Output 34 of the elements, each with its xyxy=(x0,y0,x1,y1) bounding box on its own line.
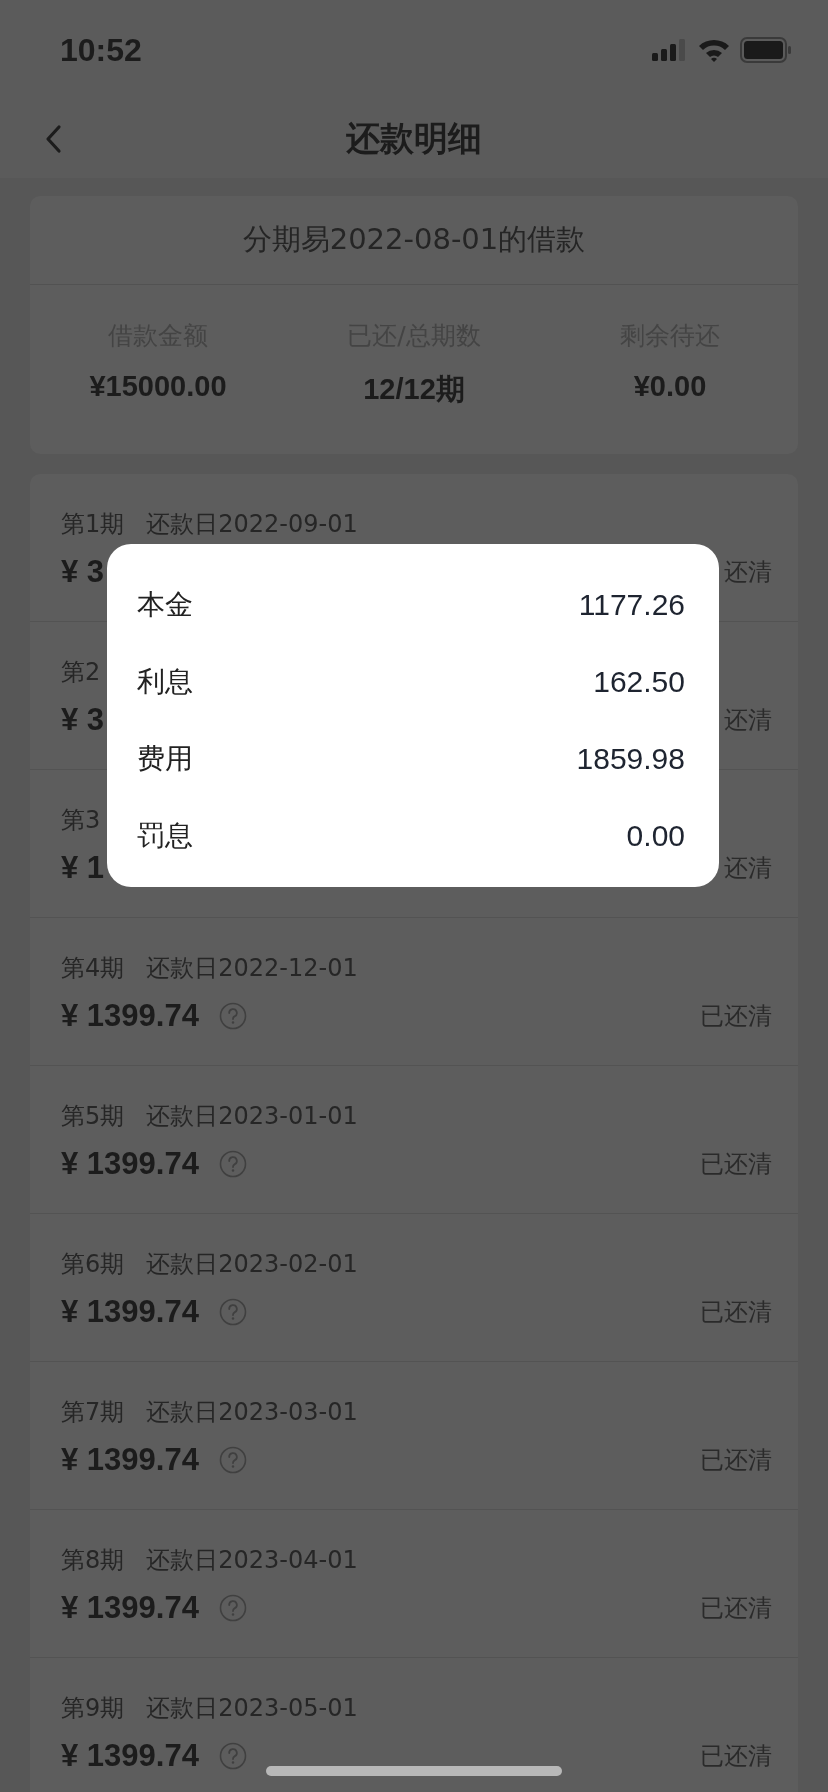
breakdown-label: 罚息 xyxy=(137,818,193,854)
installment-amount: ¥ 1399.74 xyxy=(61,1294,199,1330)
installment-amount: ¥ 1399.74 xyxy=(61,1738,199,1774)
stat-value: 12/12期 xyxy=(363,372,465,407)
page-title: 还款明细 xyxy=(346,117,482,160)
breakdown-label: 本金 xyxy=(137,587,193,623)
installment-amount: ¥ 1399.74 xyxy=(61,1146,199,1182)
battery-icon xyxy=(740,37,792,63)
help-icon[interactable] xyxy=(218,1002,247,1030)
help-icon[interactable] xyxy=(218,1594,247,1622)
help-icon[interactable] xyxy=(218,1298,247,1326)
installment-amount: ¥ 1399.74 xyxy=(61,998,199,1034)
installment-amount: ¥ 3 xyxy=(61,554,105,590)
loan-title: 分期易2022-08-01的借款 xyxy=(30,196,798,285)
help-icon[interactable] xyxy=(218,1446,247,1474)
breakdown-label: 费用 xyxy=(137,741,193,777)
period-label: 第2 xyxy=(61,657,101,688)
stat-value: ¥15000.00 xyxy=(89,370,227,403)
installment-amount: ¥ 1399.74 xyxy=(61,1590,199,1626)
installment-amount: ¥ 3 xyxy=(61,702,105,738)
breakdown-value: 1177.26 xyxy=(578,588,685,622)
breakdown-label: 利息 xyxy=(137,664,193,700)
breakdown-value: 162.50 xyxy=(593,665,685,699)
help-icon[interactable] xyxy=(218,1742,247,1770)
installment-amount: ¥ 1 xyxy=(61,850,105,886)
status-time: 10:52 xyxy=(60,31,142,69)
breakdown-value: 1859.98 xyxy=(576,742,685,776)
installment-amount: ¥ 1399.74 xyxy=(61,1442,199,1478)
help-icon[interactable] xyxy=(218,1150,247,1178)
stat-value: ¥0.00 xyxy=(633,370,707,403)
breakdown-value: 0.00 xyxy=(626,819,685,853)
back-icon[interactable] xyxy=(44,124,62,154)
wifi-icon xyxy=(698,38,730,62)
signal-icon xyxy=(652,39,688,61)
